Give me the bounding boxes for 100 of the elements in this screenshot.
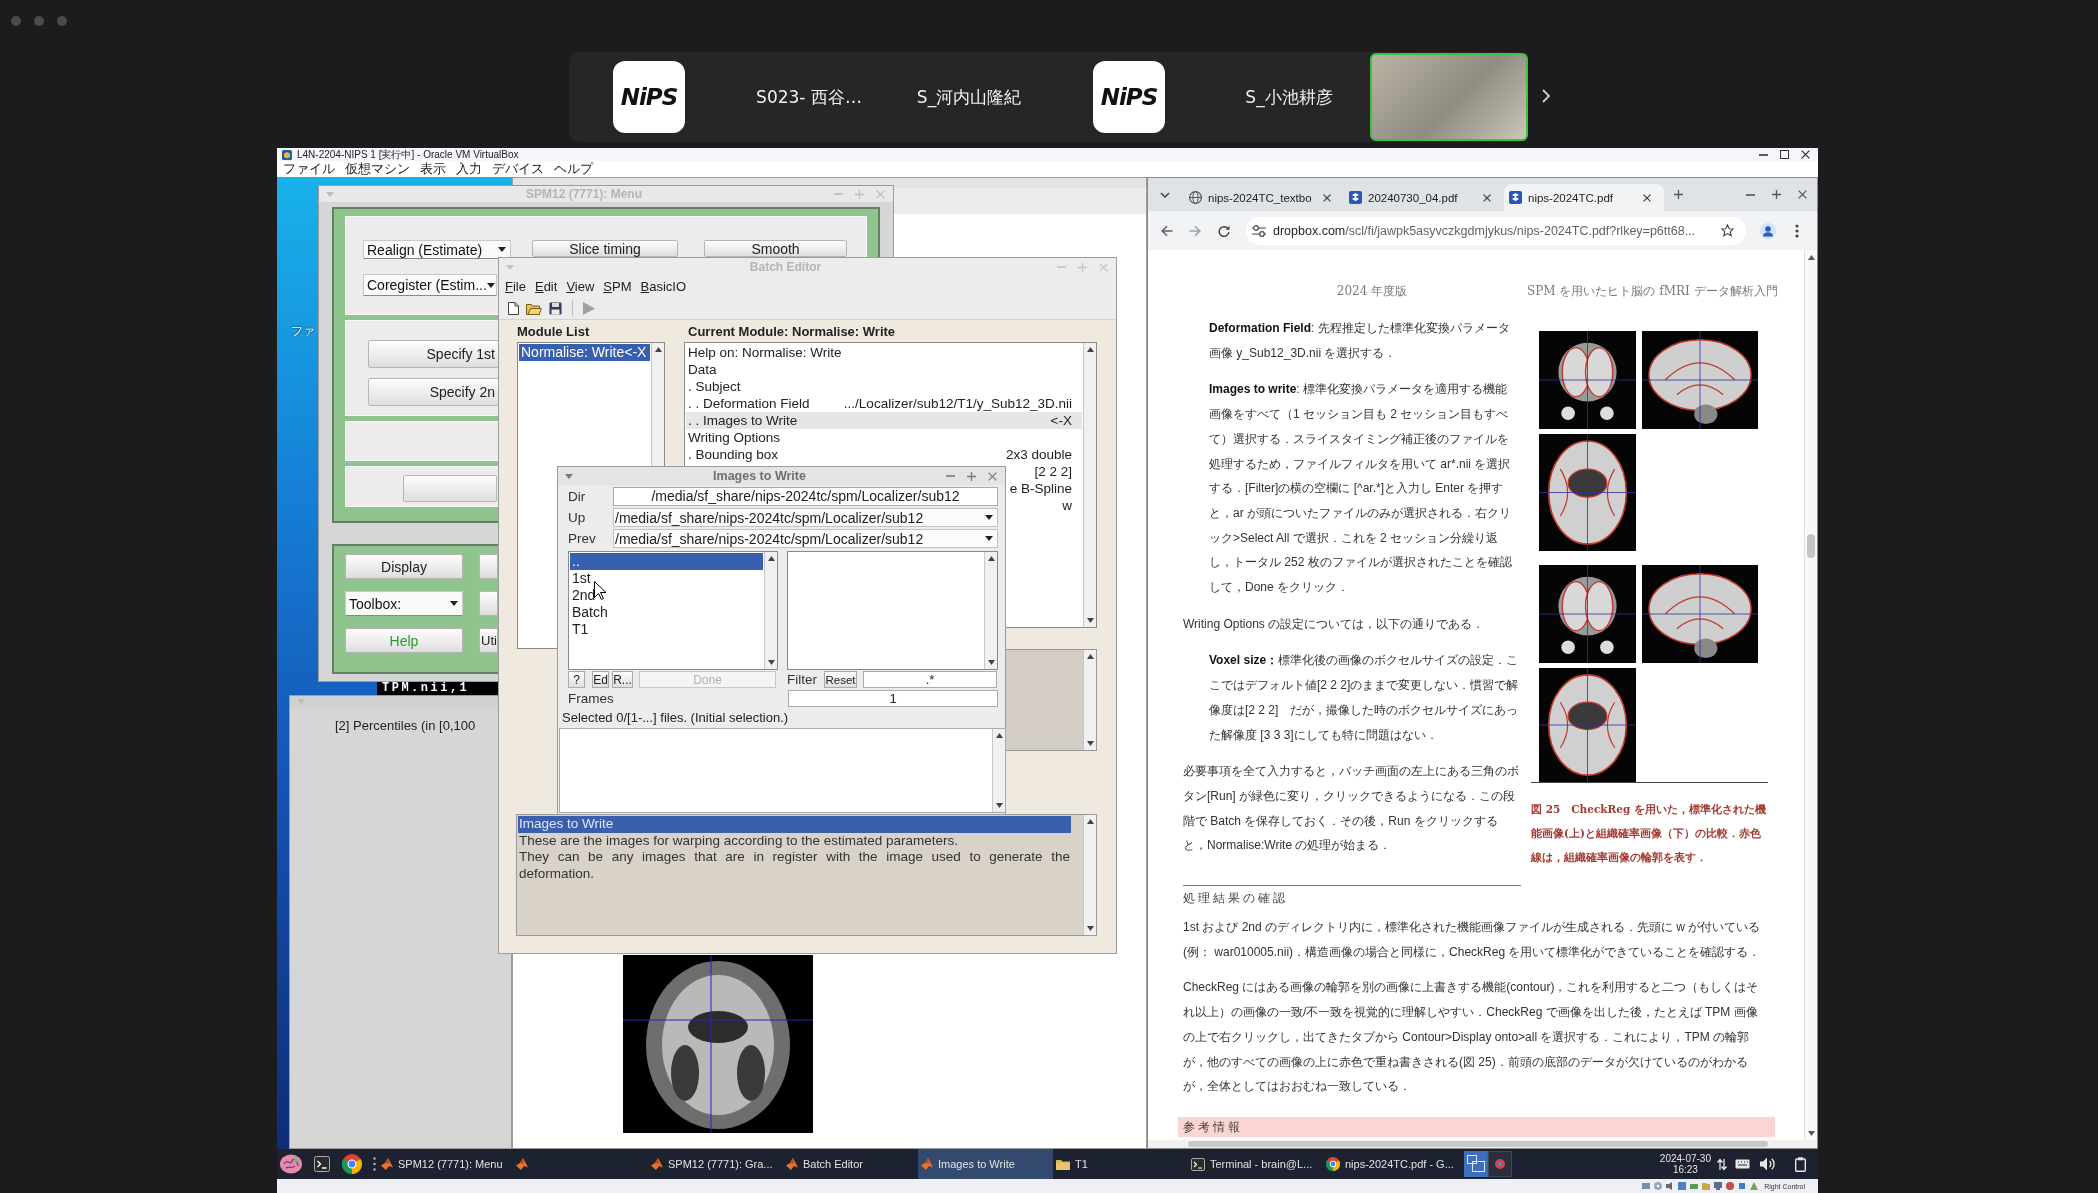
menu-item[interactable]: Edit xyxy=(534,279,558,294)
minimize-icon[interactable] xyxy=(1746,193,1755,196)
scroll-up-icon[interactable] xyxy=(987,556,995,561)
dropdown[interactable]: Toolbox: xyxy=(345,591,463,616)
scrollbar[interactable] xyxy=(1804,250,1817,1140)
taskbar-button[interactable]: Batch Editor xyxy=(783,1149,865,1179)
tool-button[interactable]: Display xyxy=(345,554,463,579)
close-icon[interactable] xyxy=(1801,150,1810,159)
scroll-down-icon[interactable] xyxy=(1086,618,1094,623)
more-icon[interactable] xyxy=(1795,223,1799,238)
browser-icon[interactable] xyxy=(342,1154,362,1174)
reset-button[interactable]: Reset xyxy=(824,671,857,688)
list-item[interactable]: Normalise: Write<-X xyxy=(519,344,650,361)
window-dot-icon[interactable] xyxy=(11,16,21,26)
scroll-thumb[interactable] xyxy=(1807,534,1815,558)
profile-icon[interactable] xyxy=(1760,222,1776,239)
maximize-icon[interactable] xyxy=(1772,190,1781,199)
taskbar-button[interactable]: Terminal - brain@L... xyxy=(1188,1149,1315,1179)
scroll-down-icon[interactable] xyxy=(995,803,1003,808)
menu-item[interactable]: デバイス xyxy=(492,161,544,177)
volume-icon[interactable] xyxy=(1760,1157,1776,1171)
chevron-right-icon[interactable] xyxy=(1542,89,1550,103)
window-dot-icon[interactable] xyxy=(57,16,67,26)
directory-dropdown[interactable]: /media/sf_share/nips-2024tc/spm/Localizer/sub12 xyxy=(613,508,998,527)
tab-search-icon[interactable] xyxy=(1160,191,1170,198)
scroll-down-icon[interactable] xyxy=(987,660,995,665)
scroll-down-icon[interactable] xyxy=(767,660,775,665)
scroll-up-icon[interactable] xyxy=(767,556,775,561)
menu-item[interactable]: View xyxy=(566,279,595,294)
menu-item[interactable]: 表示 xyxy=(420,161,446,177)
star-icon[interactable] xyxy=(1721,224,1734,237)
back-icon[interactable] xyxy=(1161,224,1173,237)
window-dot-icon[interactable] xyxy=(34,16,44,26)
menu-item[interactable]: File xyxy=(505,279,526,294)
save-icon[interactable] xyxy=(549,301,562,315)
transfer-arrows-icon[interactable] xyxy=(1717,1157,1727,1171)
list-item[interactable]: Batch xyxy=(570,604,763,621)
close-icon[interactable] xyxy=(1798,190,1807,199)
directory-dropdown[interactable]: /media/sf_share/nips-2024tc/spm/Localizer/sub12 xyxy=(613,529,998,548)
scrollbar[interactable] xyxy=(1083,343,1096,627)
question-button[interactable]: ? xyxy=(568,671,585,688)
terminal-icon[interactable] xyxy=(314,1156,330,1172)
dropdown[interactable]: Coregister (Estim... xyxy=(363,274,497,296)
maximize-icon[interactable] xyxy=(1780,150,1789,159)
file-list[interactable]: .. 1st 2nd Batch T1 xyxy=(568,551,778,670)
scroll-up-icon[interactable] xyxy=(1086,347,1094,352)
taskbar-button[interactable]: Images to Write xyxy=(918,1149,1053,1179)
list-item[interactable]: . . Deformation Field .../Localizer/sub12/T1/y_Sub12_3D.nii xyxy=(686,395,1082,412)
list-item[interactable]: .. xyxy=(570,553,763,570)
scroll-up-icon[interactable] xyxy=(654,347,662,352)
selected-files-field[interactable] xyxy=(559,728,1006,813)
scroll-up-icon[interactable] xyxy=(1086,819,1094,824)
menu-item[interactable]: ヘルプ xyxy=(554,161,593,177)
scroll-up-icon[interactable] xyxy=(995,733,1003,738)
scrollbar[interactable] xyxy=(1083,815,1096,935)
taskbar-button[interactable]: T1 xyxy=(1053,1149,1090,1179)
browser-tab[interactable]: nips-2024TC_textbo xyxy=(1184,184,1344,211)
close-icon[interactable] xyxy=(1643,193,1651,202)
filter-field[interactable]: .* xyxy=(863,671,997,688)
address-field[interactable]: dropbox.com/scl/fi/jawpk5asyvczkgdmjykus/nips-2024TC.pdf?rlkey=p6tt68... xyxy=(1246,216,1746,245)
dropdown[interactable]: Realign (Estimate) xyxy=(363,240,511,259)
keyboard-icon[interactable] xyxy=(1735,1159,1750,1169)
scroll-thumb[interactable] xyxy=(1188,1141,1768,1147)
list-item[interactable]: . Bounding box 2x3 double xyxy=(686,446,1082,463)
list-item[interactable]: Help on: Normalise: Write xyxy=(686,344,1082,361)
scrollbar[interactable] xyxy=(992,729,1005,812)
close-icon[interactable] xyxy=(1323,193,1331,202)
scrollbar[interactable] xyxy=(1148,1140,1817,1148)
scroll-up-icon[interactable] xyxy=(1807,255,1815,260)
tool-button[interactable]: Uti xyxy=(479,628,497,653)
scroll-down-icon[interactable] xyxy=(1086,926,1094,931)
browser-tab[interactable]: nips-2024TC.pdf xyxy=(1504,184,1664,211)
list-item[interactable]: Data xyxy=(686,361,1082,378)
brain-icon[interactable] xyxy=(280,1154,302,1174)
list-item[interactable]: . . Images to Write <-X xyxy=(686,412,1082,429)
menu-item[interactable]: BasicIO xyxy=(640,279,686,294)
new-file-icon[interactable] xyxy=(508,301,519,315)
list-item[interactable]: Writing Options xyxy=(686,429,1082,446)
menu-item[interactable]: SPM xyxy=(603,279,632,294)
tool-button[interactable]: Slice timing xyxy=(532,240,678,257)
clipboard-icon[interactable] xyxy=(1795,1156,1806,1172)
frames-field[interactable]: 1 xyxy=(788,690,998,707)
menu-item[interactable]: 仮想マシン xyxy=(345,161,410,177)
scrollbar[interactable] xyxy=(764,552,777,669)
list-item[interactable]: 2nd xyxy=(570,587,763,604)
reload-icon[interactable] xyxy=(1218,224,1230,237)
directory-field[interactable]: /media/sf_share/nips-2024tc/spm/Localizer/sub12 xyxy=(613,487,998,506)
scrollbar[interactable] xyxy=(984,552,997,669)
taskbar-button[interactable]: nips-2024TC.pdf - G... xyxy=(1323,1149,1456,1179)
tool-button[interactable]: Smooth xyxy=(704,240,847,257)
tool-button[interactable]: Specify 1st xyxy=(368,340,499,368)
browser-tab[interactable]: 20240730_04.pdf xyxy=(1344,184,1504,211)
taskbar-button[interactable]: SPM12 (7771): Gra... xyxy=(648,1149,775,1179)
menu-item[interactable]: 入力 xyxy=(456,161,482,177)
scroll-up-icon[interactable] xyxy=(1086,654,1094,659)
list-item[interactable]: T1 xyxy=(570,621,763,638)
scrollbar[interactable] xyxy=(1083,650,1096,750)
list-item[interactable]: . Subject xyxy=(686,378,1082,395)
close-icon[interactable] xyxy=(1483,193,1491,202)
scroll-down-icon[interactable] xyxy=(1086,741,1094,746)
